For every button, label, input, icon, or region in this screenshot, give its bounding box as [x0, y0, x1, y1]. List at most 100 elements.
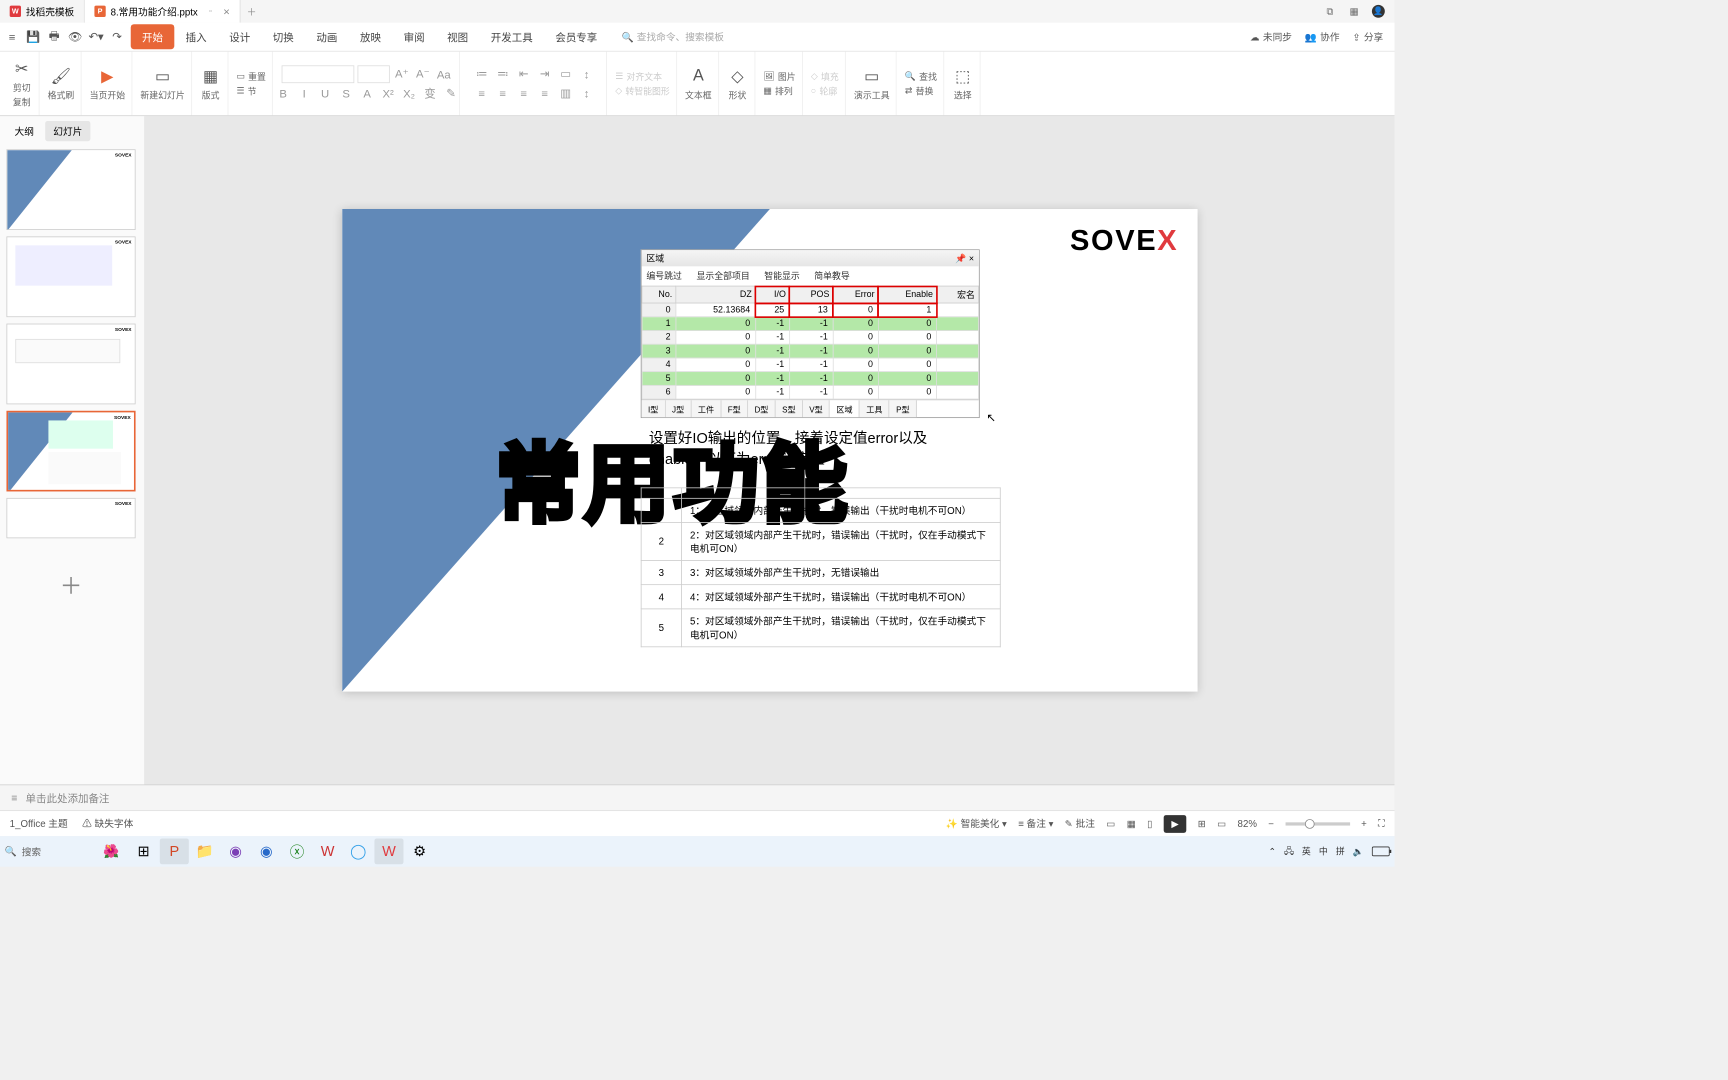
- settings-icon[interactable]: ⚙: [405, 838, 434, 864]
- font-color-icon: A: [358, 84, 376, 102]
- tray-chevron-icon[interactable]: ⌃: [1268, 846, 1275, 856]
- sync-status[interactable]: ☁未同步: [1250, 30, 1292, 44]
- cut-button[interactable]: ✂剪切: [11, 59, 32, 95]
- ime-lang-zh[interactable]: 中: [1319, 845, 1328, 858]
- slide-thumb-2[interactable]: SOVEX: [6, 236, 135, 317]
- find-button[interactable]: 🔍查找: [905, 70, 937, 83]
- ribbon-tab-审阅[interactable]: 审阅: [392, 24, 436, 49]
- tab-close-icon[interactable]: ×: [223, 5, 230, 18]
- slide-thumb-5[interactable]: SOVEX: [6, 498, 135, 538]
- ribbon-tab-视图[interactable]: 视图: [436, 24, 480, 49]
- zoom-minus[interactable]: −: [1268, 818, 1274, 829]
- tab-current-file[interactable]: P 8.常用功能介绍.pptx ▫ ×: [85, 0, 241, 23]
- arrange-button[interactable]: ▦排列: [763, 84, 792, 97]
- col-header: DZ: [676, 286, 756, 303]
- apps-icon[interactable]: ▦: [1348, 5, 1361, 18]
- reading-view-icon[interactable]: ▯: [1147, 818, 1152, 829]
- slide-thumb-1[interactable]: SOVEX: [6, 149, 135, 230]
- slide-thumb-4[interactable]: SOVEX: [6, 411, 135, 492]
- ribbon-tab-切换[interactable]: 切换: [262, 24, 306, 49]
- status-bar: 1_Office 主题 ⚠ 缺失字体 ✨ 智能美化 ▾ ≡ 备注 ▾ ✎ 批注 …: [0, 810, 1394, 836]
- zoom-out-button[interactable]: ▭: [1217, 818, 1226, 829]
- task-view-icon[interactable]: ⊞: [129, 838, 158, 864]
- demo-tool-button[interactable]: ▭演示工具: [854, 66, 890, 102]
- app-icon-blue[interactable]: ◉: [252, 838, 281, 864]
- tab-dropdown-icon[interactable]: ▫: [209, 7, 212, 16]
- notes-bar[interactable]: ≡ 单击此处添加备注: [0, 784, 1394, 810]
- window-layout-icon[interactable]: ⧉: [1323, 5, 1336, 18]
- ribbon-tab-会员专享[interactable]: 会员专享: [544, 24, 609, 49]
- shape-button[interactable]: ◇形状: [727, 66, 748, 102]
- ribbon-tab-动画[interactable]: 动画: [305, 24, 349, 49]
- reset-button[interactable]: ▭重置: [236, 70, 265, 83]
- ribbon-tab-插入[interactable]: 插入: [174, 24, 218, 49]
- grid-settings-icon[interactable]: ⊞: [1198, 818, 1206, 829]
- zoom-plus[interactable]: +: [1361, 818, 1367, 829]
- new-tab-button[interactable]: ＋: [240, 4, 263, 18]
- editor-area: SOVEX 区域 📌 × 编号跳过显示全部项目智能显示简单教导 No.DZI/O…: [145, 116, 1394, 784]
- layout-button[interactable]: ▦版式: [200, 66, 221, 102]
- theme-label[interactable]: 1_Office 主题: [10, 817, 68, 831]
- explorer-icon[interactable]: 📁: [190, 838, 219, 864]
- user-avatar[interactable]: 👤: [1372, 5, 1385, 18]
- numbering-icon: ≕: [494, 65, 512, 83]
- battery-icon[interactable]: [1372, 847, 1390, 857]
- thumbnails[interactable]: SOVEX SOVEX SOVEX SOVEX SOVEX ＋: [0, 146, 144, 784]
- slideshow-button[interactable]: ▶: [1164, 815, 1187, 833]
- ribbon-tab-放映[interactable]: 放映: [349, 24, 393, 49]
- taskbar-search[interactable]: 🔍 搜索: [5, 845, 94, 859]
- zoom-level[interactable]: 82%: [1238, 818, 1257, 829]
- volume-icon[interactable]: 🔈: [1353, 846, 1364, 856]
- slide-thumb-3[interactable]: SOVEX: [6, 324, 135, 405]
- format-painter-button[interactable]: 🖌格式刷: [48, 66, 75, 102]
- app-icon-purple[interactable]: ◉: [221, 838, 250, 864]
- outline-tab[interactable]: 大纲: [6, 121, 42, 141]
- normal-view-icon[interactable]: ▭: [1106, 818, 1115, 829]
- command-search[interactable]: 🔍 查找命令、搜索模板: [622, 30, 724, 44]
- ribbon-tab-设计[interactable]: 设计: [218, 24, 262, 49]
- highlight-icon: ✎: [442, 84, 460, 102]
- ime-mode[interactable]: 拼: [1336, 845, 1345, 858]
- quick-access-toolbar: ≡ 💾 🖶 👁 ↶▾ ↷: [5, 29, 131, 44]
- cortana-icon[interactable]: 🌺: [97, 843, 126, 859]
- menu-icon[interactable]: ≡: [5, 29, 20, 44]
- collaborate-button[interactable]: 👥协作: [1305, 30, 1340, 44]
- ime-lang-en[interactable]: 英: [1302, 845, 1311, 858]
- from-current-button[interactable]: ▶当页开始: [90, 66, 126, 102]
- undo-icon[interactable]: ↶▾: [89, 29, 104, 44]
- powerpoint-taskbar-icon[interactable]: P: [160, 838, 189, 864]
- bullets-icon: ≔: [473, 65, 491, 83]
- textbox-button[interactable]: A文本框: [685, 66, 712, 102]
- notes-toggle[interactable]: ≡ 备注 ▾: [1018, 817, 1053, 831]
- print-icon[interactable]: 🖶: [47, 29, 62, 44]
- ribbon-tab-开始[interactable]: 开始: [131, 24, 175, 49]
- wps-taskbar-icon[interactable]: W: [374, 838, 403, 864]
- slide-canvas[interactable]: SOVEX 区域 📌 × 编号跳过显示全部项目智能显示简单教导 No.DZI/O…: [342, 209, 1197, 692]
- add-slide-thumb[interactable]: ＋: [6, 545, 135, 626]
- save-icon[interactable]: 💾: [26, 29, 41, 44]
- share-button[interactable]: ⇪分享: [1352, 30, 1383, 44]
- tab-template[interactable]: W 找稻壳模板: [0, 0, 85, 23]
- slide-viewport[interactable]: SOVEX 区域 📌 × 编号跳过显示全部项目智能显示简单教导 No.DZI/O…: [145, 116, 1394, 784]
- preview-icon[interactable]: 👁: [68, 29, 83, 44]
- beautify-button[interactable]: ✨ 智能美化 ▾: [946, 817, 1007, 831]
- xbox-icon[interactable]: ⓧ: [282, 838, 311, 864]
- select-button[interactable]: ⬚选择: [952, 66, 973, 102]
- fit-window-icon[interactable]: ⛶: [1378, 817, 1385, 829]
- missing-font-button[interactable]: ⚠ 缺失字体: [82, 817, 133, 831]
- comment-toggle[interactable]: ✎ 批注: [1065, 817, 1095, 831]
- ribbon-tab-开发工具[interactable]: 开发工具: [479, 24, 544, 49]
- new-slide-button[interactable]: ▭新建幻灯片: [140, 66, 184, 102]
- app-icon-w[interactable]: W: [313, 838, 342, 864]
- zoom-slider[interactable]: [1285, 822, 1350, 825]
- replace-button[interactable]: ⇄替换: [905, 84, 933, 97]
- network-icon[interactable]: 🖧: [1284, 844, 1294, 859]
- browser-icon[interactable]: ◯: [344, 838, 373, 864]
- slides-tab[interactable]: 幻灯片: [45, 121, 90, 141]
- panel-toolbar: 编号跳过显示全部项目智能显示简单教导: [642, 266, 979, 285]
- redo-icon[interactable]: ↷: [110, 29, 125, 44]
- picture-button[interactable]: 🖼图片: [763, 70, 795, 83]
- sorter-view-icon[interactable]: ▦: [1127, 818, 1136, 829]
- copy-button[interactable]: 复制: [13, 96, 31, 109]
- section-button[interactable]: ☰节: [236, 84, 256, 97]
